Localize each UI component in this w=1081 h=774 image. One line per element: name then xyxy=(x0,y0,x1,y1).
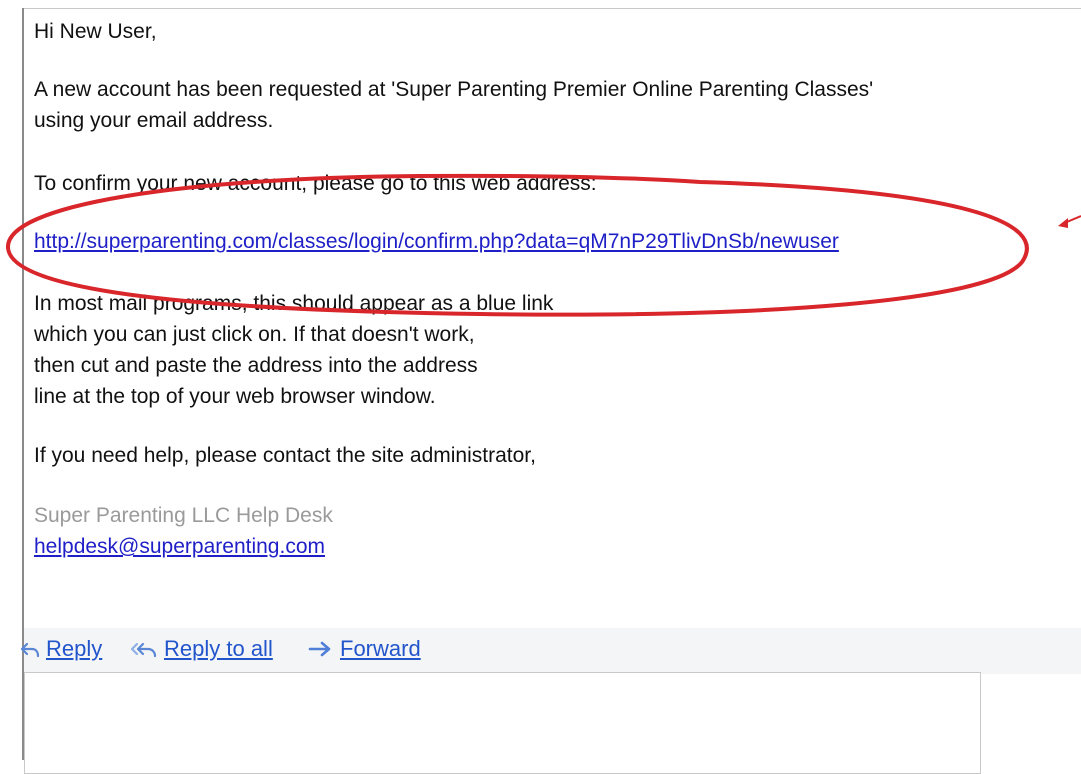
reply-icon xyxy=(20,642,40,658)
reply-button[interactable]: Reply xyxy=(20,636,102,662)
request-paragraph: A new account has been requested at 'Sup… xyxy=(34,74,873,136)
forward-button[interactable]: Forward xyxy=(308,636,421,662)
forward-icon xyxy=(308,641,331,657)
forward-label: Forward xyxy=(340,636,421,661)
mail-line-3: then cut and paste the address into the … xyxy=(34,354,478,377)
reply-all-label: Reply to all xyxy=(164,636,273,661)
mail-line-4: line at the top of your web browser wind… xyxy=(34,385,436,408)
mail-line-1: In most mail programs, this should appea… xyxy=(34,292,554,315)
mail-line-2: which you can just click on. If that doe… xyxy=(34,323,475,346)
request-line-1: A new account has been requested at 'Sup… xyxy=(34,78,874,101)
mail-programs-paragraph: In most mail programs, this should appea… xyxy=(34,288,553,412)
reply-label: Reply xyxy=(46,636,103,661)
arrow-icon xyxy=(1058,215,1081,228)
helpdesk-email-link[interactable]: helpdesk@superparenting.com xyxy=(34,531,325,562)
help-line: If you need help, please contact the sit… xyxy=(34,444,536,467)
signature-name: Super Parenting LLC Help Desk xyxy=(34,504,333,527)
message-action-bar: Reply Reply to all Forward xyxy=(20,628,1081,674)
reply-compose-box[interactable] xyxy=(24,672,981,774)
reply-all-button[interactable]: Reply to all xyxy=(130,636,273,662)
reply-all-icon xyxy=(130,642,157,658)
request-line-2: using your email address. xyxy=(34,109,274,132)
message-top-border xyxy=(22,8,1081,9)
confirm-link[interactable]: http://superparenting.com/classes/login/… xyxy=(34,226,839,257)
confirm-instruction: To confirm your new account, please go t… xyxy=(34,172,597,195)
greeting: Hi New User, xyxy=(34,20,157,43)
